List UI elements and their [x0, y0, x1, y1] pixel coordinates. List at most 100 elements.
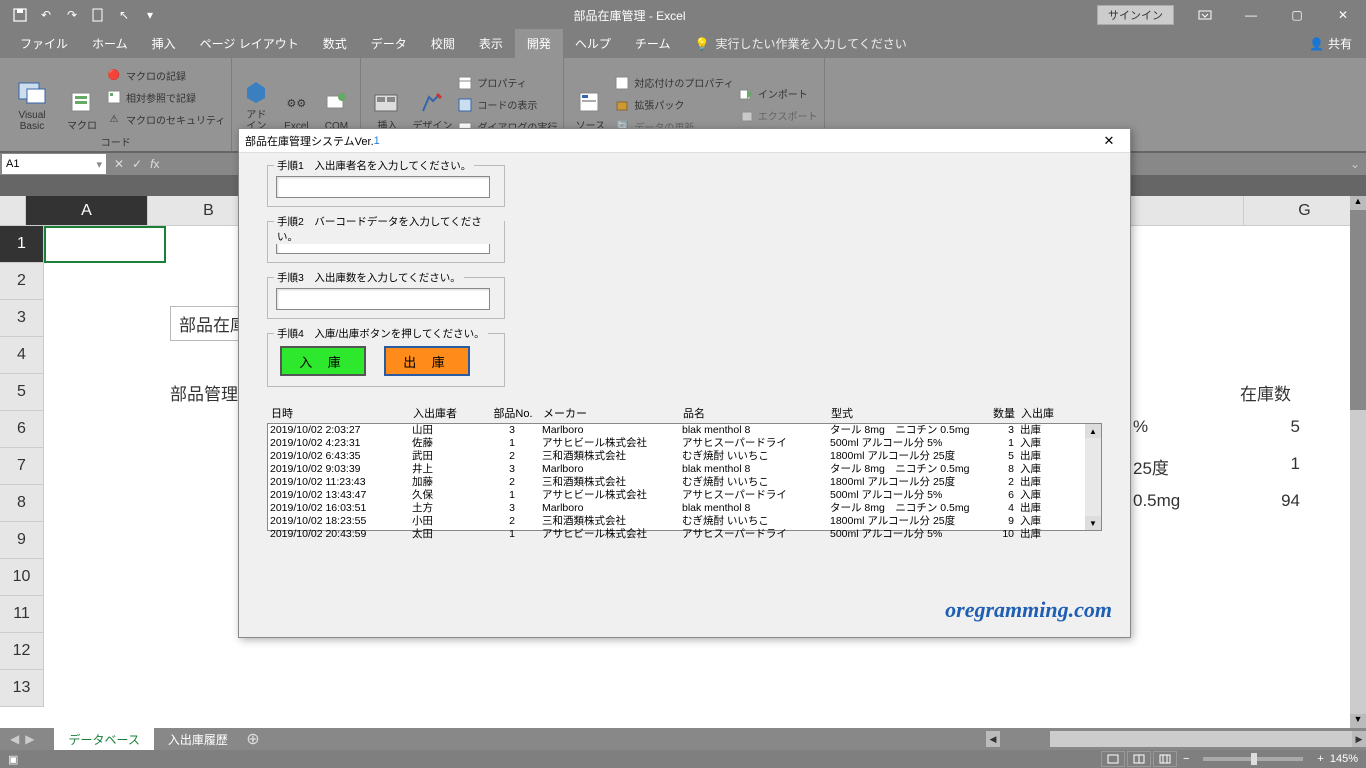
- list-item[interactable]: 2019/10/02 11:23:43加藤2三和酒類株式会社むぎ焼酎 いいちこ1…: [268, 476, 1101, 489]
- scroll-down-icon[interactable]: ▼: [1350, 714, 1366, 728]
- tab-data[interactable]: データ: [359, 29, 419, 58]
- cancel-icon[interactable]: ✕: [114, 157, 124, 171]
- row-header-6[interactable]: 6: [0, 411, 44, 448]
- dialog-close-icon[interactable]: ✕: [1094, 133, 1124, 149]
- row-header-12[interactable]: 12: [0, 633, 44, 670]
- addin-button[interactable]: アドイン: [238, 62, 274, 132]
- tab-help[interactable]: ヘルプ: [563, 29, 623, 58]
- zoom-out-icon[interactable]: −: [1183, 753, 1189, 765]
- zoom-slider[interactable]: [1203, 757, 1303, 761]
- close-icon[interactable]: ✕: [1320, 0, 1366, 30]
- row-header-1[interactable]: 1: [0, 226, 44, 263]
- macro-button[interactable]: マクロ: [62, 62, 102, 132]
- view-pagebreak-icon[interactable]: [1153, 751, 1177, 767]
- tab-review[interactable]: 校閲: [419, 29, 467, 58]
- scroll-thumb[interactable]: [1350, 210, 1366, 410]
- hscroll-right-icon[interactable]: ▶: [1352, 731, 1366, 747]
- excel-addin-button[interactable]: ⚙⚙ Excel: [278, 62, 314, 132]
- list-item[interactable]: 2019/10/02 4:23:31佐藤1アサヒビール株式会社アサヒスーパードラ…: [268, 437, 1101, 450]
- cell-a1-selected[interactable]: [44, 226, 166, 263]
- design-mode-button[interactable]: デザイン: [411, 62, 453, 132]
- list-item[interactable]: 2019/10/02 16:03:51土方3Marlboroblak menth…: [268, 502, 1101, 515]
- view-pagelayout-icon[interactable]: [1127, 751, 1151, 767]
- hscroll-thumb[interactable]: [1000, 731, 1050, 747]
- tab-layout[interactable]: ページ レイアウト: [188, 29, 311, 58]
- save-icon[interactable]: [8, 3, 32, 27]
- zoom-in-icon[interactable]: +: [1317, 753, 1323, 765]
- vertical-scrollbar[interactable]: ▲ ▼: [1350, 196, 1366, 728]
- fx-icon[interactable]: fx: [150, 157, 159, 171]
- new-icon[interactable]: [86, 3, 110, 27]
- macro-record-status-icon[interactable]: ▣: [8, 753, 18, 766]
- tab-developer[interactable]: 開発: [515, 29, 563, 58]
- sheet-tab-history[interactable]: 入出庫履歴: [154, 728, 242, 751]
- history-listbox[interactable]: 2019/10/02 2:03:27山田3Marlboroblak mentho…: [267, 423, 1102, 531]
- horizontal-scrollbar[interactable]: ◀ ▶: [986, 731, 1366, 747]
- row-header-13[interactable]: 13: [0, 670, 44, 707]
- list-item[interactable]: 2019/10/02 13:43:47久保1アサヒビール株式会社アサヒスーパード…: [268, 489, 1101, 502]
- tab-formula[interactable]: 数式: [311, 29, 359, 58]
- zoom-thumb[interactable]: [1251, 753, 1257, 765]
- com-addin-button[interactable]: COM: [318, 62, 354, 132]
- stock-out-button[interactable]: 出 庫: [384, 346, 470, 376]
- sheet-tab-database[interactable]: データベース: [54, 728, 153, 751]
- signin-button[interactable]: サインイン: [1097, 5, 1174, 25]
- list-item[interactable]: 2019/10/02 2:03:27山田3Marlboroblak mentho…: [268, 424, 1101, 437]
- name-box[interactable]: A1▾: [2, 154, 106, 174]
- tab-team[interactable]: チーム: [623, 29, 683, 58]
- col-header-a[interactable]: A: [26, 196, 148, 225]
- zoom-value[interactable]: 145%: [1330, 753, 1358, 765]
- list-item[interactable]: 2019/10/02 18:23:55小田2三和酒類株式会社むぎ焼酎 いいちこ1…: [268, 515, 1101, 528]
- row-header-10[interactable]: 10: [0, 559, 44, 596]
- row-header-7[interactable]: 7: [0, 448, 44, 485]
- ribbon-options-icon[interactable]: [1182, 0, 1228, 30]
- tell-me[interactable]: 💡 実行したい作業を入力してください: [683, 29, 919, 58]
- add-sheet-button[interactable]: ⊕: [242, 728, 264, 750]
- sheet-nav[interactable]: ◀▶: [0, 732, 44, 746]
- insert-control-button[interactable]: 挿入: [367, 62, 407, 132]
- scroll-up-icon[interactable]: ▲: [1350, 196, 1366, 210]
- properties-button[interactable]: プロパティ: [457, 73, 557, 93]
- maximize-icon[interactable]: ▢: [1274, 0, 1320, 30]
- sheet-prev-icon[interactable]: ◀: [10, 732, 19, 746]
- undo-icon[interactable]: ↶: [34, 3, 58, 27]
- row-header-3[interactable]: 3: [0, 300, 44, 337]
- relative-ref-button[interactable]: 相対参照で記録: [106, 87, 225, 107]
- row-header-2[interactable]: 2: [0, 263, 44, 300]
- expand-formula-icon[interactable]: ⌄: [1344, 157, 1366, 171]
- view-normal-icon[interactable]: [1101, 751, 1125, 767]
- listbox-scroll-up-icon[interactable]: ▲: [1085, 424, 1101, 438]
- list-item[interactable]: 2019/10/02 20:43:59太田1アサヒビール株式会社アサヒスーパード…: [268, 528, 1101, 541]
- record-macro-button[interactable]: 🔴マクロの記録: [106, 65, 225, 85]
- visual-basic-button[interactable]: Visual Basic: [6, 62, 58, 132]
- confirm-icon[interactable]: ✓: [132, 157, 142, 171]
- dialog-titlebar[interactable]: 部品在庫管理システムVer.1 ✕: [239, 129, 1130, 153]
- col-header-g[interactable]: G: [1244, 196, 1366, 225]
- row-header-8[interactable]: 8: [0, 485, 44, 522]
- select-all-corner[interactable]: [0, 196, 26, 225]
- stock-in-button[interactable]: 入 庫: [280, 346, 366, 376]
- expansion-pack-button[interactable]: 拡張パック: [614, 95, 733, 115]
- import-button[interactable]: インポート: [738, 84, 818, 104]
- quantity-input[interactable]: [276, 288, 490, 310]
- redo-icon[interactable]: ↷: [60, 3, 84, 27]
- listbox-scrollbar[interactable]: ▲ ▼: [1085, 424, 1101, 530]
- row-header-9[interactable]: 9: [0, 522, 44, 559]
- source-button[interactable]: ソース: [570, 62, 610, 132]
- pointer-icon[interactable]: ↖: [112, 3, 136, 27]
- listbox-scroll-down-icon[interactable]: ▼: [1085, 516, 1101, 530]
- list-item[interactable]: 2019/10/02 9:03:39井上3Marlboroblak mentho…: [268, 463, 1101, 476]
- row-header-11[interactable]: 11: [0, 596, 44, 633]
- macro-security-button[interactable]: ⚠マクロのセキュリティ: [106, 109, 225, 129]
- tab-file[interactable]: ファイル: [8, 29, 80, 58]
- sheet-next-icon[interactable]: ▶: [25, 732, 34, 746]
- row-header-5[interactable]: 5: [0, 374, 44, 411]
- row-header-4[interactable]: 4: [0, 337, 44, 374]
- map-properties-button[interactable]: 対応付けのプロパティ: [614, 73, 733, 93]
- view-code-button[interactable]: コードの表示: [457, 95, 557, 115]
- list-item[interactable]: 2019/10/02 6:43:35武田2三和酒類株式会社むぎ焼酎 いいちこ18…: [268, 450, 1101, 463]
- operator-name-input[interactable]: [276, 176, 490, 198]
- hscroll-left-icon[interactable]: ◀: [986, 731, 1000, 747]
- qat-dropdown-icon[interactable]: ▾: [138, 3, 162, 27]
- tab-insert[interactable]: 挿入: [140, 29, 188, 58]
